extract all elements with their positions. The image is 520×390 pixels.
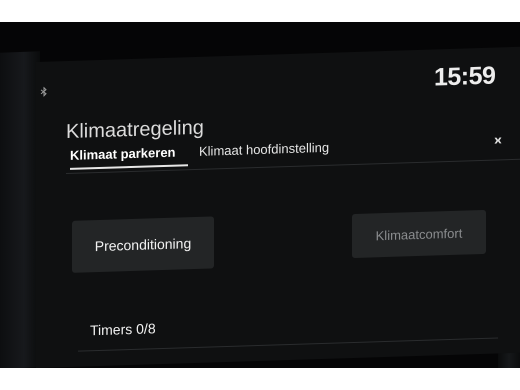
preconditioning-label: Preconditioning: [94, 235, 192, 255]
infotainment-photo: 15:59 Klimaatregeling Klimaat parkeren K…: [0, 22, 520, 368]
preconditioning-button[interactable]: Preconditioning: [72, 216, 214, 273]
chevron-icon[interactable]: ›‹: [494, 131, 500, 148]
left-bezel: [0, 51, 40, 368]
klimaatcomfort-button[interactable]: Klimaatcomfort: [352, 209, 486, 259]
page-title: Klimaatregeling: [66, 116, 204, 144]
tab-klimaat-hoofdinstelling[interactable]: Klimaat hoofdinstelling: [199, 140, 329, 159]
bluetooth-icon: [40, 84, 48, 97]
klimaatcomfort-label: Klimaatcomfort: [375, 225, 463, 243]
status-clock: 15:59: [434, 61, 496, 92]
touchscreen: 15:59 Klimaatregeling Klimaat parkeren K…: [36, 46, 520, 368]
timers-item[interactable]: Timers 0/8: [90, 320, 156, 338]
tab-klimaat-parkeren[interactable]: Klimaat parkeren: [70, 145, 176, 163]
list-divider: [78, 337, 498, 352]
